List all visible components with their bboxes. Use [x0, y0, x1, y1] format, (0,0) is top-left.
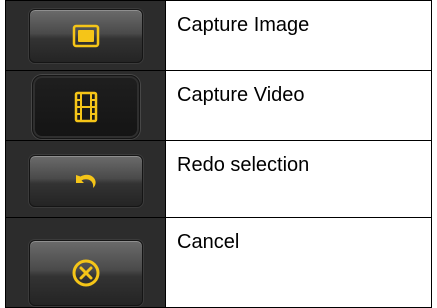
table-row: Capture Image: [5, 0, 432, 71]
capture-video-button[interactable]: [32, 75, 140, 139]
icon-cell: [5, 217, 166, 308]
table-row: Capture Video: [5, 70, 432, 141]
redo-selection-button[interactable]: [29, 155, 143, 207]
undo-arrow-icon: [76, 174, 96, 188]
icon-cell: [5, 140, 166, 218]
row-label: Cancel: [165, 217, 432, 308]
cancel-circle-x-icon: [72, 259, 100, 287]
row-label: Capture Video: [165, 70, 432, 141]
capture-image-icon: [72, 24, 100, 48]
capture-image-button[interactable]: [29, 9, 143, 63]
table-row: Redo selection: [5, 140, 432, 218]
cancel-button[interactable]: [29, 240, 143, 306]
icon-cell: [5, 0, 166, 71]
table-row: Cancel: [5, 217, 432, 308]
icon-cell: [5, 70, 166, 141]
film-strip-icon: [74, 91, 98, 123]
legend-table: Capture Image Capture Video Redo selecti…: [5, 0, 432, 308]
row-label: Capture Image: [165, 0, 432, 71]
row-label: Redo selection: [165, 140, 432, 218]
